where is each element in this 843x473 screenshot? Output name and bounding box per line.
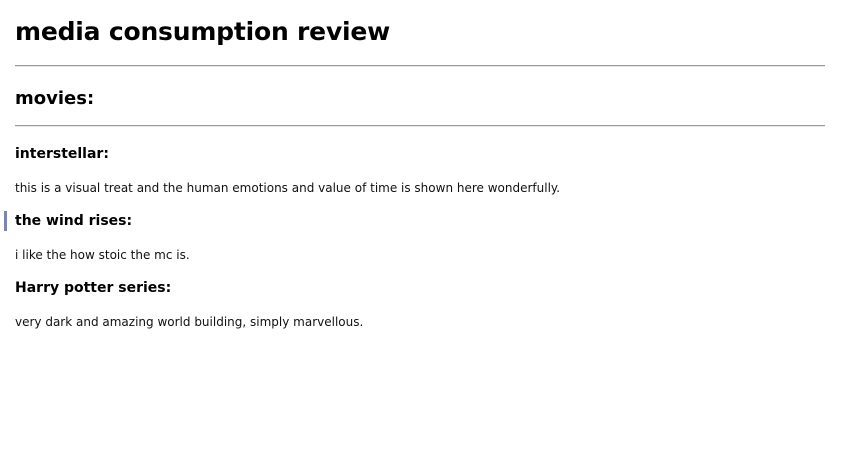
review-title-harry-potter: Harry potter series: [15, 280, 172, 296]
page-title: media consumption review [15, 17, 391, 46]
review-text-harry-potter: very dark and amazing world building, si… [15, 315, 364, 329]
review-text-the-wind-rises: i like the how stoic the mc is. [15, 248, 190, 262]
section-title: movies: [15, 88, 95, 109]
review-title-the-wind-rises: the wind rises: [15, 213, 133, 229]
review-title-interstellar: interstellar: [15, 146, 109, 162]
title-divider [15, 65, 825, 67]
page: media consumption review movies: interst… [0, 0, 843, 473]
focus-marker [4, 211, 7, 231]
section-divider [15, 125, 825, 127]
review-text-interstellar: this is a visual treat and the human emo… [15, 181, 561, 195]
